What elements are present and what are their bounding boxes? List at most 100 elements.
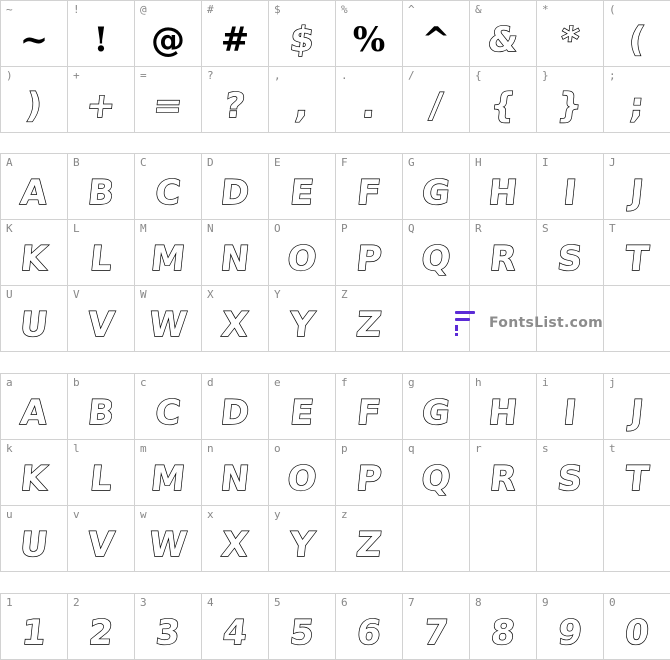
glyph-sample: ) bbox=[23, 85, 44, 126]
glyph-sample: & bbox=[485, 19, 520, 60]
glyph-sample: J bbox=[628, 172, 646, 213]
glyph-sample: K bbox=[18, 238, 50, 279]
glyph-cell: }} bbox=[536, 66, 604, 133]
glyph-sample: V bbox=[85, 524, 117, 565]
glyph-sample: H bbox=[486, 392, 520, 433]
glyph-sample: N bbox=[218, 458, 252, 499]
empty-cell bbox=[603, 285, 670, 352]
glyph-cell: WW bbox=[134, 285, 202, 352]
glyph-sample: 2 bbox=[86, 612, 115, 653]
glyph-sample: # bbox=[220, 19, 250, 60]
glyph-cell: JJ bbox=[603, 153, 670, 220]
glyph-cell: fF bbox=[335, 373, 403, 440]
glyph-cell: # # bbox=[201, 0, 269, 67]
glyph-sample: X bbox=[219, 524, 251, 565]
fontslist-watermark[interactable]: FontsList.com bbox=[455, 309, 603, 337]
glyph-cell: + + bbox=[67, 66, 135, 133]
glyph-cell: ,, bbox=[268, 66, 336, 133]
glyph-cell: qQ bbox=[402, 439, 470, 506]
glyph-cell: hH bbox=[469, 373, 537, 440]
glyph-sample: E bbox=[288, 392, 317, 433]
glyph-sample: * bbox=[558, 19, 581, 60]
glyph-cell: GG bbox=[402, 153, 470, 220]
glyph-sample: = bbox=[151, 85, 185, 126]
glyph-cell: = = bbox=[134, 66, 202, 133]
glyph-cell: NN bbox=[201, 219, 269, 286]
glyph-cell: 77 bbox=[402, 593, 470, 660]
glyph-row: ~ ~!! @ @ # # $ $%% ^ ^ & & * *(( bbox=[0, 0, 670, 67]
glyph-sample: R bbox=[487, 458, 519, 499]
glyph-cell: kK bbox=[0, 439, 68, 506]
glyph-sample: Z bbox=[354, 524, 384, 565]
glyph-cell: VV bbox=[67, 285, 135, 352]
glyph-sample: $ bbox=[287, 19, 316, 60]
symbols-grid: ~ ~!! @ @ # # $ $%% ^ ^ & & * *(()) + + = =??,,.. / /{{}};; bbox=[0, 0, 670, 133]
glyph-cell: bB bbox=[67, 373, 135, 440]
glyph-sample: . bbox=[360, 85, 379, 126]
glyph-cell: oO bbox=[268, 439, 336, 506]
glyph-cell: 55 bbox=[268, 593, 336, 660]
glyph-cell: / / bbox=[402, 66, 470, 133]
glyph-sample: A bbox=[18, 172, 50, 213]
glyph-cell: 88 bbox=[469, 593, 537, 660]
glyph-row: AABBCCDDEEFFGGHHIIJJ bbox=[0, 153, 670, 220]
glyph-sample: L bbox=[87, 458, 114, 499]
glyph-cell: 11 bbox=[0, 593, 68, 660]
glyph-cell: HH bbox=[469, 153, 537, 220]
glyph-sample: ; bbox=[627, 85, 646, 126]
glyph-cell: lL bbox=[67, 439, 135, 506]
glyph-cell: sS bbox=[536, 439, 604, 506]
glyph-sample: , bbox=[293, 85, 312, 126]
glyph-sample: M bbox=[148, 458, 188, 499]
glyph-cell: tT bbox=[603, 439, 670, 506]
glyph-cell: & & bbox=[469, 0, 537, 67]
glyph-row: 11223344556677889900 bbox=[0, 593, 670, 660]
glyph-cell: yY bbox=[268, 505, 336, 572]
glyph-sample: ! bbox=[93, 19, 109, 60]
glyph-sample: P bbox=[354, 458, 385, 499]
glyph-cell: cC bbox=[134, 373, 202, 440]
glyph-sample: R bbox=[487, 238, 519, 279]
glyph-sample: E bbox=[288, 172, 317, 213]
empty-cell bbox=[469, 505, 537, 572]
glyph-cell: pP bbox=[335, 439, 403, 506]
glyph-row: KKLLMMNNOOPPQQRRSSTT bbox=[0, 219, 670, 286]
glyph-cell: )) bbox=[0, 66, 68, 133]
glyph-cell: 22 bbox=[67, 593, 135, 660]
glyph-cell: dD bbox=[201, 373, 269, 440]
glyph-sample: I bbox=[561, 392, 579, 433]
glyph-sample: P bbox=[354, 238, 385, 279]
glyph-cell: 33 bbox=[134, 593, 202, 660]
brand-label: FontsList.com bbox=[489, 315, 604, 331]
glyph-sample: M bbox=[148, 238, 188, 279]
glyph-sample: Q bbox=[419, 238, 454, 279]
glyph-sample: G bbox=[419, 392, 453, 433]
glyph-cell: 00 bbox=[603, 593, 670, 660]
glyph-cell: RR bbox=[469, 219, 537, 286]
glyph-cell: BB bbox=[67, 153, 135, 220]
glyph-sample: ~ bbox=[19, 19, 49, 60]
glyph-sample: ( bbox=[626, 19, 647, 60]
glyph-cell: CC bbox=[134, 153, 202, 220]
glyph-sample: J bbox=[628, 392, 646, 433]
glyph-cell: vV bbox=[67, 505, 135, 572]
glyph-sample: 1 bbox=[19, 612, 48, 653]
empty-cell bbox=[603, 505, 670, 572]
glyph-sample: W bbox=[146, 524, 189, 565]
glyph-row: )) + + = =??,,.. / /{{}};; bbox=[0, 66, 670, 133]
glyph-cell: ?? bbox=[201, 66, 269, 133]
glyph-sample: B bbox=[85, 392, 117, 433]
glyph-row: aAbBcCdDeEfFgGhHiIjJ bbox=[0, 373, 670, 440]
glyph-sample: 3 bbox=[153, 612, 182, 653]
glyph-cell: (( bbox=[603, 0, 670, 67]
glyph-sample: S bbox=[555, 458, 585, 499]
glyph-cell: PP bbox=[335, 219, 403, 286]
lowercase-section: aAbBcCdDeEfFgGhHiIjJkKlLmMnNoOpPqQrRsStT… bbox=[0, 373, 670, 572]
glyph-sample: 7 bbox=[421, 612, 450, 653]
glyph-cell: @ @ bbox=[134, 0, 202, 67]
empty-cell bbox=[402, 505, 470, 572]
glyph-cell: nN bbox=[201, 439, 269, 506]
symbols-section: ~ ~!! @ @ # # $ $%% ^ ^ & & * *(()) + + = =??,,.. / /{{}};; bbox=[0, 0, 670, 133]
glyph-cell: KK bbox=[0, 219, 68, 286]
digits-section: 11223344556677889900 bbox=[0, 593, 670, 660]
